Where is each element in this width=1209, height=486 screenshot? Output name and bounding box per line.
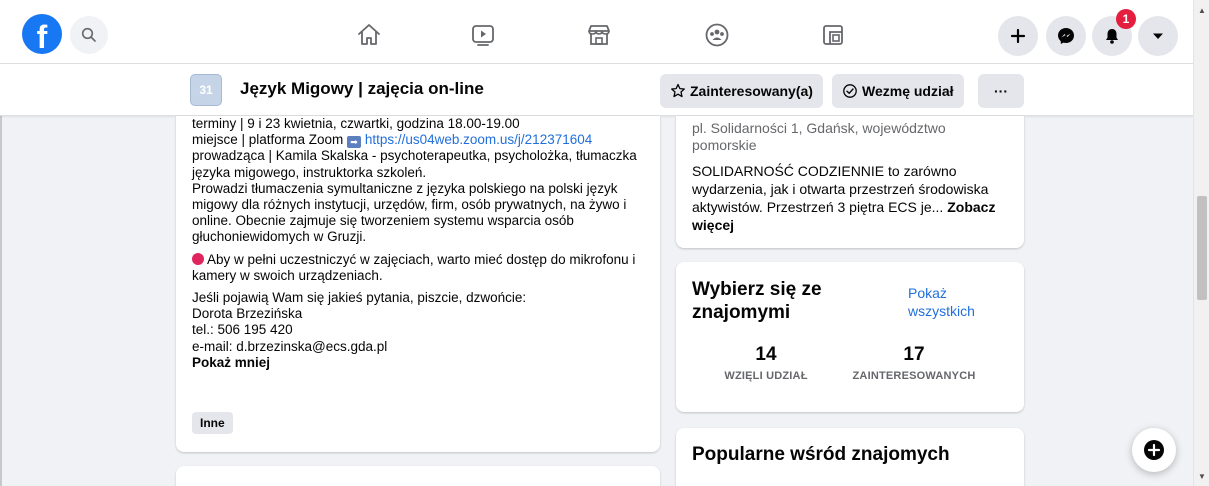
popular-title: Popularne wśród znajomych bbox=[692, 444, 950, 465]
nav-watch[interactable] bbox=[468, 20, 498, 50]
location-card: pl. Solidarności 1, Gdańsk, województwo … bbox=[676, 116, 1024, 248]
nav-groups[interactable] bbox=[702, 20, 732, 50]
interested-stat[interactable]: 17 ZAINTERESOWANYCH bbox=[844, 344, 984, 382]
right-arrow-icon: ➡ bbox=[347, 136, 362, 149]
gaming-icon bbox=[823, 25, 843, 45]
contact-intro: Jeśli pojawią Wam się jakieś pytania, pi… bbox=[192, 290, 527, 306]
plus-icon bbox=[1010, 28, 1026, 44]
event-description: terminy | 9 i 23 kwietnia, czwartki, god… bbox=[192, 116, 652, 376]
host-bio: Prowadzi tłumaczenia symultaniczne z jęz… bbox=[192, 180, 627, 245]
category-tag[interactable]: Inne bbox=[192, 412, 233, 434]
scroll-down-icon[interactable]: ▼ bbox=[1198, 472, 1206, 481]
create-button[interactable] bbox=[998, 16, 1038, 56]
event-dates: terminy | 9 i 23 kwietnia, czwartki, god… bbox=[192, 116, 520, 131]
location-description: SOLIDARNOŚĆ CODZIENNIE to zarówno wydarz… bbox=[692, 162, 1016, 234]
messenger-icon bbox=[1058, 28, 1074, 44]
bell-icon bbox=[1106, 29, 1118, 44]
marketplace-icon bbox=[588, 25, 610, 45]
interested-label: Zainteresowany(a) bbox=[690, 83, 813, 99]
watch-icon bbox=[472, 25, 494, 46]
nav-gaming[interactable] bbox=[818, 20, 848, 50]
interested-stat-label: ZAINTERESOWANYCH bbox=[852, 370, 976, 382]
going-button[interactable]: Wezmę udział bbox=[832, 74, 964, 108]
requirement-text: Aby w pełni uczestniczyć w zajęciach, wa… bbox=[192, 251, 636, 283]
friends-title: Wybierz się ze znajomymi bbox=[692, 279, 822, 323]
search-button[interactable] bbox=[70, 16, 108, 54]
contact-name: Dorota Brzezińska bbox=[192, 306, 303, 322]
location-address: pl. Solidarności 1, Gdańsk, województwo … bbox=[692, 120, 946, 153]
scroll-up-icon[interactable]: ▲ bbox=[1198, 6, 1206, 15]
caret-down-icon bbox=[1153, 33, 1163, 39]
more-icon: ··· bbox=[994, 83, 1008, 99]
star-icon bbox=[671, 83, 685, 98]
facebook-logo[interactable]: f bbox=[22, 14, 62, 54]
went-stat[interactable]: 14 WZIĘLI UDZIAŁ bbox=[716, 344, 816, 382]
contact-phone: tel.: 506 195 420 bbox=[192, 322, 293, 338]
groups-icon bbox=[705, 23, 729, 47]
show-less-link[interactable]: Pokaż mniej bbox=[192, 355, 270, 370]
friends-card: Wybierz się ze znajomymi Pokaż wszystkic… bbox=[676, 262, 1024, 412]
next-card bbox=[176, 466, 660, 486]
interested-button[interactable]: Zainteresowany(a) bbox=[660, 74, 823, 108]
popular-with-friends-card: Popularne wśród znajomych bbox=[676, 428, 1024, 486]
plus-circle-icon bbox=[1144, 440, 1164, 460]
calendar-icon: 31 bbox=[190, 74, 222, 106]
event-details-card: terminy | 9 i 23 kwietnia, czwartki, god… bbox=[176, 116, 660, 452]
new-message-button[interactable] bbox=[1132, 428, 1176, 472]
contact-email: e-mail: d.brzezinska@ecs.gda.pl bbox=[192, 338, 388, 354]
going-label: Wezmę udział bbox=[862, 83, 954, 99]
show-all-link[interactable]: Pokaż wszystkich bbox=[908, 284, 998, 320]
more-options-button[interactable]: ··· bbox=[978, 74, 1024, 108]
zoom-link[interactable]: https://us04web.zoom.us/j/212371604 bbox=[365, 132, 592, 147]
nav-home[interactable] bbox=[354, 20, 384, 50]
page-scrollbar[interactable]: ▲ ▼ bbox=[1193, 0, 1209, 486]
went-count: 14 bbox=[755, 344, 777, 365]
event-title: Język Migowy | zajęcia on-line bbox=[240, 79, 484, 98]
top-navigation: f 1 bbox=[0, 0, 1193, 64]
red-circle-icon bbox=[192, 252, 204, 265]
location-desc-text: SOLIDARNOŚĆ CODZIENNIE to zarówno wydarz… bbox=[692, 163, 989, 215]
messenger-button[interactable] bbox=[1046, 16, 1086, 56]
search-icon bbox=[81, 27, 96, 42]
event-header-bar: 31 Język Migowy | zajęcia on-line Zainte… bbox=[0, 64, 1193, 116]
went-label: WZIĘLI UDZIAŁ bbox=[724, 370, 808, 382]
nav-marketplace[interactable] bbox=[584, 20, 614, 50]
home-icon bbox=[358, 24, 380, 45]
notification-badge: 1 bbox=[1116, 9, 1136, 29]
scrollbar-thumb[interactable] bbox=[1197, 196, 1207, 300]
check-circle-icon bbox=[843, 84, 857, 98]
event-place: miejsce | platforma Zoom bbox=[192, 132, 344, 148]
account-menu-button[interactable] bbox=[1138, 16, 1178, 56]
interested-count: 17 bbox=[903, 344, 925, 365]
event-host: prowadząca | Kamila Skalska - psychotera… bbox=[192, 148, 637, 180]
